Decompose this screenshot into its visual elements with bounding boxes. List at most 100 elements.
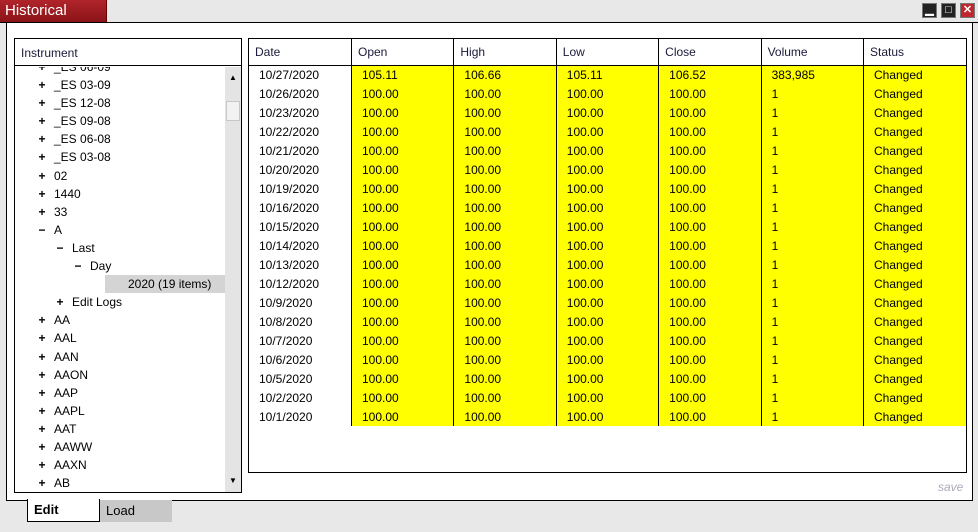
- tree-item[interactable]: + AB: [15, 474, 225, 492]
- cell-high[interactable]: 100.00: [453, 236, 557, 255]
- cell-status[interactable]: Changed: [862, 141, 966, 160]
- expand-icon[interactable]: +: [37, 456, 47, 474]
- cell-high[interactable]: 100.00: [453, 122, 557, 141]
- table-row[interactable]: 10/15/2020 100.00 100.00 100.00 100.00 1 Chang…: [249, 217, 966, 236]
- column-header-high[interactable]: High: [453, 39, 557, 66]
- cell-close[interactable]: 100.00: [658, 293, 762, 312]
- cell-close[interactable]: 100.00: [658, 122, 762, 141]
- tree-item[interactable]: + _ES 06-08: [15, 130, 225, 148]
- cell-date[interactable]: 10/12/2020: [249, 274, 352, 293]
- table-row[interactable]: 10/22/2020 100.00 100.00 100.00 100.00 1 Chang…: [249, 122, 966, 141]
- expand-icon[interactable]: +: [37, 148, 47, 166]
- cell-close[interactable]: 106.52: [658, 65, 762, 84]
- cell-open[interactable]: 100.00: [350, 122, 454, 141]
- cell-low[interactable]: 100.00: [555, 217, 659, 236]
- table-row[interactable]: 10/1/2020 100.00 100.00 100.00 100.00 1 Change…: [249, 407, 966, 426]
- cell-low[interactable]: 100.00: [555, 84, 659, 103]
- tree-item[interactable]: +1440: [15, 185, 225, 203]
- cell-close[interactable]: 100.00: [658, 160, 762, 179]
- cell-open[interactable]: 100.00: [350, 160, 454, 179]
- cell-high[interactable]: 100.00: [453, 179, 557, 198]
- cell-status[interactable]: Changed: [862, 84, 966, 103]
- cell-high[interactable]: 100.00: [453, 312, 557, 331]
- cell-high[interactable]: 100.00: [453, 255, 557, 274]
- cell-volume[interactable]: 1: [760, 236, 864, 255]
- cell-volume[interactable]: 383,985: [760, 65, 864, 84]
- cell-low[interactable]: 100.00: [555, 388, 659, 407]
- cell-close[interactable]: 100.00: [658, 350, 762, 369]
- cell-volume[interactable]: 1: [760, 293, 864, 312]
- cell-status[interactable]: Changed: [862, 274, 966, 293]
- cell-low[interactable]: 100.00: [555, 179, 659, 198]
- cell-open[interactable]: 100.00: [350, 236, 454, 255]
- cell-close[interactable]: 100.00: [658, 274, 762, 293]
- cell-high[interactable]: 100.00: [453, 217, 557, 236]
- cell-open[interactable]: 100.00: [350, 141, 454, 160]
- cell-open[interactable]: 100.00: [350, 274, 454, 293]
- cell-status[interactable]: Changed: [862, 179, 966, 198]
- cell-date[interactable]: 10/13/2020: [249, 255, 352, 274]
- tab-load[interactable]: Load: [100, 500, 172, 522]
- cell-volume[interactable]: 1: [760, 122, 864, 141]
- cell-open[interactable]: 100.00: [350, 179, 454, 198]
- cell-volume[interactable]: 1: [760, 369, 864, 388]
- cell-date[interactable]: 10/19/2020: [249, 179, 352, 198]
- cell-volume[interactable]: 1: [760, 103, 864, 122]
- cell-close[interactable]: 100.00: [658, 236, 762, 255]
- tree-item[interactable]: + Edit Logs: [15, 293, 225, 311]
- cell-volume[interactable]: 1: [760, 160, 864, 179]
- column-header-close[interactable]: Close: [658, 39, 762, 66]
- cell-low[interactable]: 100.00: [555, 369, 659, 388]
- cell-low[interactable]: 100.00: [555, 198, 659, 217]
- cell-close[interactable]: 100.00: [658, 179, 762, 198]
- cell-date[interactable]: 10/1/2020: [249, 407, 352, 426]
- expand-icon[interactable]: +: [37, 348, 47, 366]
- expand-icon[interactable]: +: [37, 402, 47, 420]
- cell-open[interactable]: 100.00: [350, 84, 454, 103]
- tree-scrollbar[interactable]: ▲ ▼: [225, 67, 241, 492]
- expand-icon[interactable]: +: [37, 67, 47, 76]
- cell-volume[interactable]: 1: [760, 179, 864, 198]
- cell-high[interactable]: 100.00: [453, 274, 557, 293]
- cell-volume[interactable]: 1: [760, 141, 864, 160]
- cell-date[interactable]: 10/16/2020: [249, 198, 352, 217]
- tab-edit[interactable]: Edit: [27, 499, 100, 522]
- table-row[interactable]: 10/13/2020 100.00 100.00 100.00 100.00 1 Chang…: [249, 255, 966, 274]
- cell-high[interactable]: 100.00: [453, 103, 557, 122]
- cell-low[interactable]: 100.00: [555, 122, 659, 141]
- tree-item[interactable]: + AAN: [15, 348, 225, 366]
- expand-icon[interactable]: +: [37, 185, 47, 203]
- cell-date[interactable]: 10/9/2020: [249, 293, 352, 312]
- cell-close[interactable]: 100.00: [658, 103, 762, 122]
- cell-date[interactable]: 10/15/2020: [249, 217, 352, 236]
- cell-volume[interactable]: 1: [760, 350, 864, 369]
- tree-item[interactable]: + _ES 06-09: [15, 67, 225, 76]
- cell-status[interactable]: Changed: [862, 65, 966, 84]
- expand-icon[interactable]: +: [37, 167, 47, 185]
- expand-icon[interactable]: +: [37, 311, 47, 329]
- table-row[interactable]: 10/14/2020 100.00 100.00 100.00 100.00 1 Chang…: [249, 236, 966, 255]
- table-row[interactable]: 10/5/2020 100.00 100.00 100.00 100.00 1 Change…: [249, 369, 966, 388]
- cell-close[interactable]: 100.00: [658, 141, 762, 160]
- table-row[interactable]: 10/2/2020 100.00 100.00 100.00 100.00 1 Change…: [249, 388, 966, 407]
- cell-low[interactable]: 100.00: [555, 236, 659, 255]
- cell-low[interactable]: 100.00: [555, 255, 659, 274]
- save-link[interactable]: save: [938, 480, 963, 494]
- cell-low[interactable]: 100.00: [555, 350, 659, 369]
- cell-high[interactable]: 100.00: [453, 331, 557, 350]
- table-row[interactable]: 10/21/2020 100.00 100.00 100.00 100.00 1 Chang…: [249, 141, 966, 160]
- cell-high[interactable]: 100.00: [453, 84, 557, 103]
- scroll-down-icon[interactable]: ▼: [225, 474, 241, 488]
- cell-open[interactable]: 100.00: [350, 103, 454, 122]
- cell-status[interactable]: Changed: [862, 331, 966, 350]
- cell-low[interactable]: 100.00: [555, 293, 659, 312]
- expand-icon[interactable]: +: [37, 112, 47, 130]
- expand-icon[interactable]: +: [37, 94, 47, 112]
- table-row[interactable]: 10/12/2020 100.00 100.00 100.00 100.00 1 Chang…: [249, 274, 966, 293]
- cell-date[interactable]: 10/20/2020: [249, 160, 352, 179]
- cell-low[interactable]: 100.00: [555, 141, 659, 160]
- cell-volume[interactable]: 1: [760, 255, 864, 274]
- tree-item[interactable]: + AAON: [15, 366, 225, 384]
- cell-high[interactable]: 100.00: [453, 293, 557, 312]
- cell-status[interactable]: Changed: [862, 122, 966, 141]
